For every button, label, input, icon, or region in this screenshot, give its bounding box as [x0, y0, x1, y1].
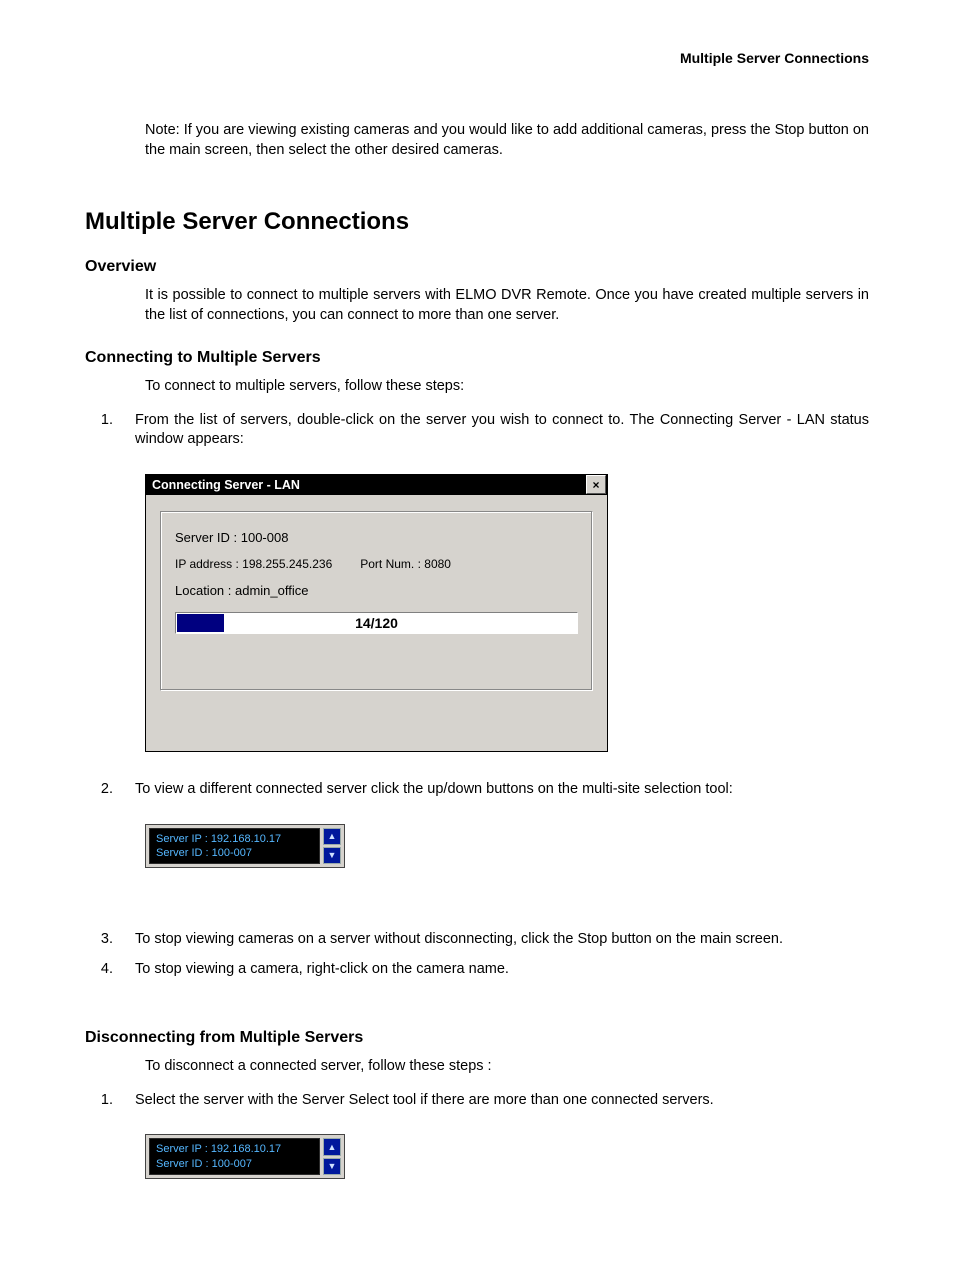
dialog-titlebar: Connecting Server - LAN × [146, 475, 607, 495]
server-select-display: Server IP : 192.168.10.17 Server ID : 10… [149, 1138, 320, 1175]
overview-body: It is possible to connect to multiple se… [145, 286, 869, 325]
connecting-intro: To connect to multiple servers, follow t… [145, 377, 869, 397]
multisite-selector-figure: Server IP : 192.168.10.17 Server ID : 10… [145, 824, 869, 869]
selector-ip: Server IP : 192.168.10.17 [156, 832, 313, 846]
disconnecting-heading: Disconnecting from Multiple Servers [85, 1029, 869, 1047]
selector-up-button[interactable]: ▲ [323, 828, 341, 845]
disconnecting-intro: To disconnect a connected server, follow… [145, 1057, 869, 1077]
connecting-step-2: To view a different connected server cli… [117, 780, 869, 800]
running-header: Multiple Server Connections [85, 50, 869, 66]
location-label: Location : admin_office [175, 583, 578, 598]
close-icon[interactable]: × [586, 475, 606, 494]
connecting-step-3: To stop viewing cameras on a server with… [117, 930, 869, 950]
dialog-title: Connecting Server - LAN [152, 478, 586, 492]
multisite-selector: Server IP : 192.168.10.17 Server ID : 10… [145, 824, 345, 869]
progress-text: 14/120 [176, 613, 577, 633]
disconnecting-step-1: Select the server with the Server Select… [117, 1091, 869, 1111]
server-select-tool: Server IP : 192.168.10.17 Server ID : 10… [145, 1134, 345, 1179]
server-id-label: Server ID : 100-008 [175, 530, 578, 545]
connecting-steps-end: To stop viewing cameras on a server with… [85, 930, 869, 979]
server-select-id: Server ID : 100-007 [156, 1157, 313, 1171]
connecting-steps: From the list of servers, double-click o… [85, 411, 869, 450]
port-number-label: Port Num. : 8080 [360, 557, 451, 571]
note-text: Note: If you are viewing existing camera… [145, 121, 869, 160]
connecting-step-1: From the list of servers, double-click o… [117, 411, 869, 450]
ip-address-label: IP address : 198.255.245.236 [175, 557, 332, 571]
server-select-ip: Server IP : 192.168.10.17 [156, 1142, 313, 1156]
connecting-heading: Connecting to Multiple Servers [85, 349, 869, 367]
dialog-figure: Connecting Server - LAN × Server ID : 10… [145, 474, 869, 752]
disconnecting-steps: Select the server with the Server Select… [85, 1091, 869, 1111]
dialog-info-panel: Server ID : 100-008 IP address : 198.255… [160, 511, 593, 691]
page: Multiple Server Connections Note: If you… [0, 0, 954, 1267]
connecting-step-4: To stop viewing a camera, right-click on… [117, 960, 869, 980]
overview-heading: Overview [85, 258, 869, 276]
server-select-figure: Server IP : 192.168.10.17 Server ID : 10… [145, 1134, 869, 1179]
selector-id: Server ID : 100-007 [156, 846, 313, 860]
section-title: Multiple Server Connections [85, 208, 869, 236]
selector-display: Server IP : 192.168.10.17 Server ID : 10… [149, 828, 320, 865]
selector-down-button[interactable]: ▼ [323, 847, 341, 864]
server-select-down-button[interactable]: ▼ [323, 1158, 341, 1175]
progress-bar: 14/120 [175, 612, 578, 634]
connecting-steps-cont: To view a different connected server cli… [85, 780, 869, 800]
connecting-server-dialog: Connecting Server - LAN × Server ID : 10… [145, 474, 608, 752]
server-select-up-button[interactable]: ▲ [323, 1138, 341, 1155]
